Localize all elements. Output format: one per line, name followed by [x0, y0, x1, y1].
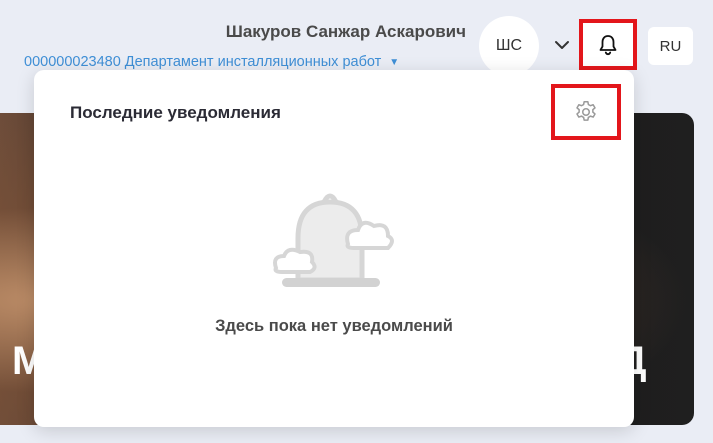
caret-down-icon: ▼: [389, 56, 400, 68]
bell-cloud-illustration: [273, 193, 394, 287]
language-label: RU: [659, 37, 682, 55]
notifications-title: Последние уведомления: [70, 103, 281, 122]
chevron-down-icon[interactable]: [553, 38, 571, 52]
gear-icon: [576, 100, 596, 121]
org-selector[interactable]: 000000023480 Департамент инсталляционных…: [24, 54, 399, 70]
bell-icon: [599, 34, 617, 55]
language-switcher[interactable]: RU: [648, 27, 693, 65]
avatar-initials: ШС: [495, 37, 523, 54]
user-name: Шакуров Санжар Аскарович: [225, 22, 466, 41]
empty-state-message: Здесь пока нет уведомлений: [215, 317, 453, 335]
avatar[interactable]: ШС: [479, 16, 539, 76]
notifications-dropdown: Последние уведомления Здесь пока нет уве…: [34, 70, 634, 427]
notifications-button[interactable]: [579, 19, 637, 70]
org-label: 000000023480 Департамент инсталляционных…: [24, 54, 382, 70]
notification-settings-button[interactable]: [551, 84, 621, 140]
